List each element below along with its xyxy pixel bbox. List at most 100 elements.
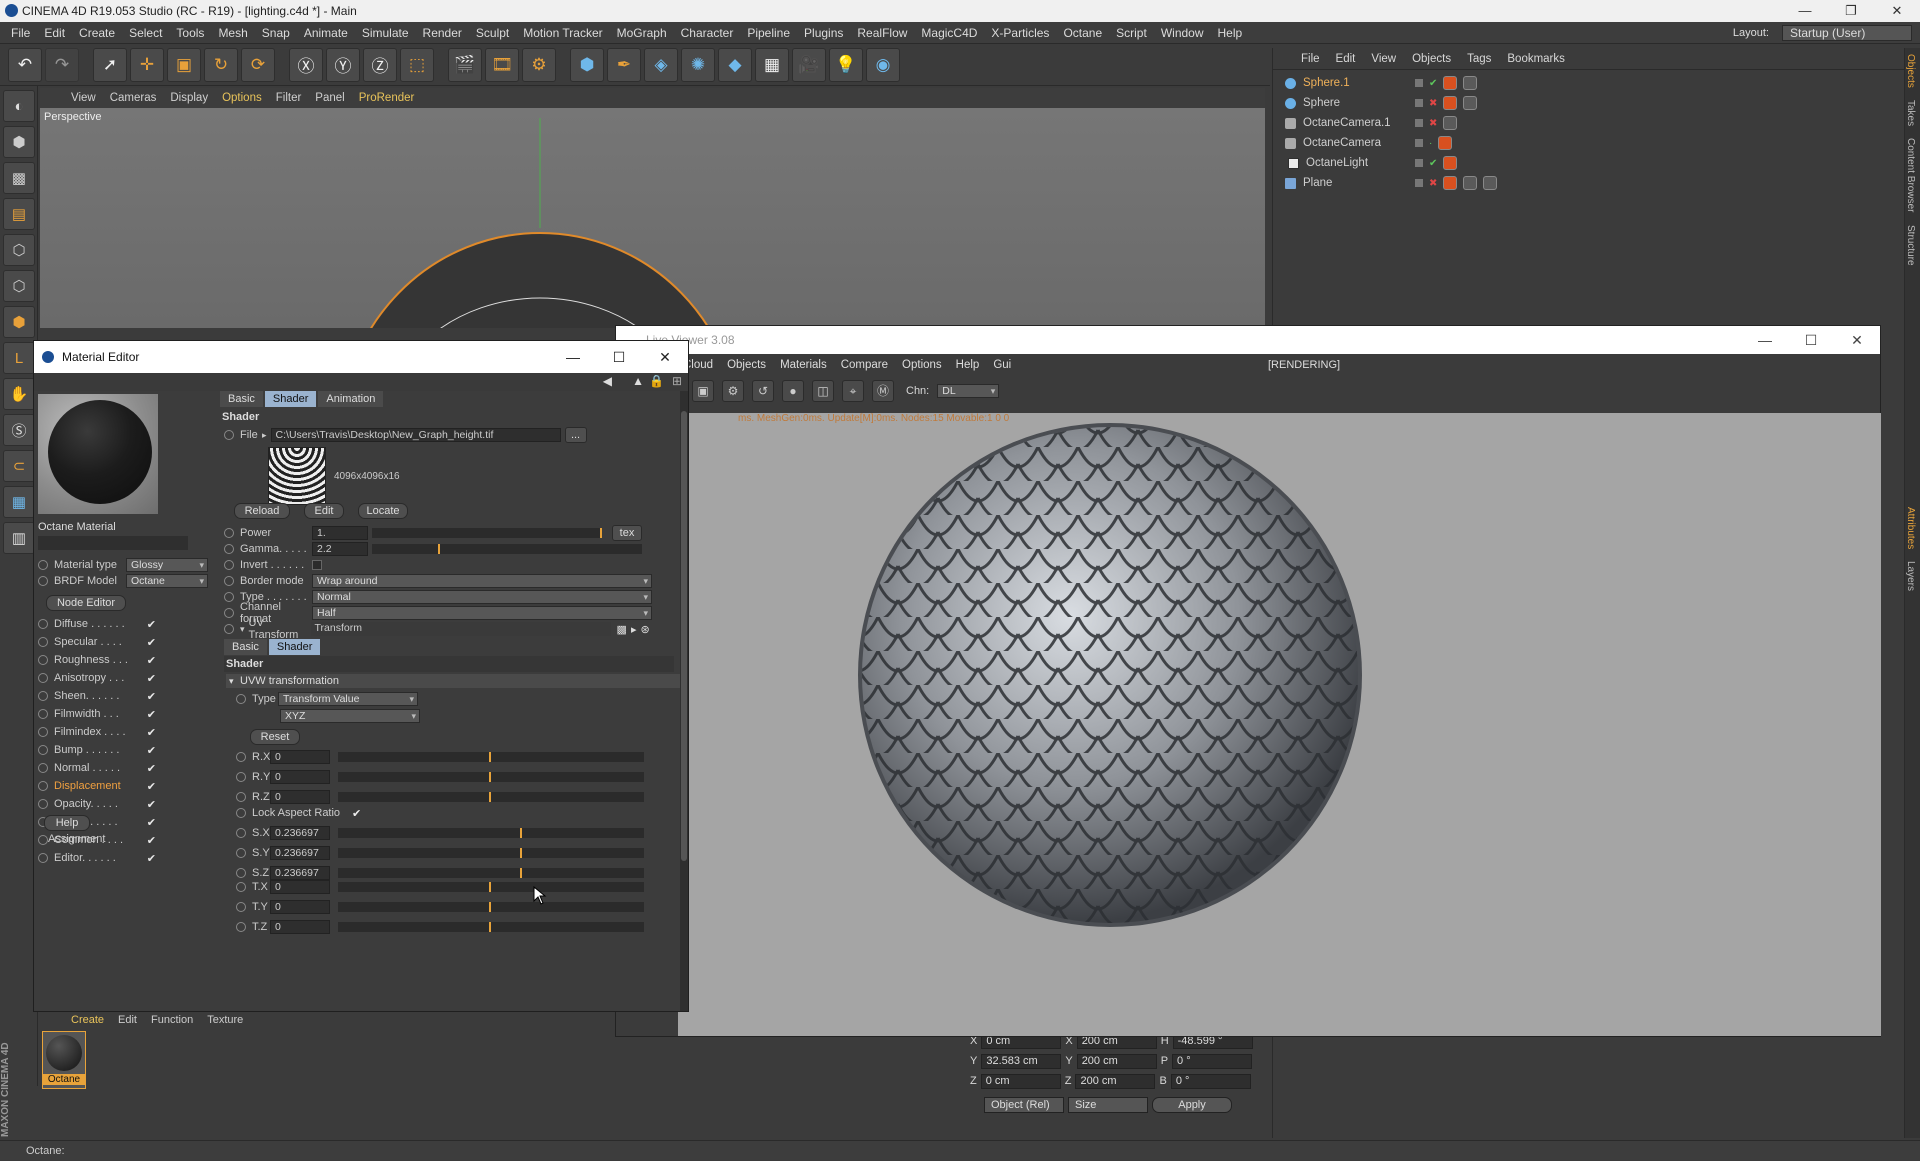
param-slider[interactable] [338, 828, 644, 838]
rotation-p-field[interactable]: 0 ° [1172, 1053, 1253, 1069]
channel-radio[interactable] [38, 691, 48, 701]
param-slider[interactable] [338, 868, 644, 878]
channel-radio[interactable] [38, 673, 48, 683]
lock-aspect-checkbox[interactable]: ✔ [352, 807, 361, 820]
rotate-icon[interactable]: ↻ [204, 47, 238, 82]
redo-icon[interactable]: ↷ [45, 47, 79, 82]
render-canvas[interactable]: ms. MeshGen:0ms. Update[M]:0ms. Nodes:15… [678, 413, 1881, 1036]
floor-icon[interactable]: ▦ [755, 47, 789, 82]
recent-tool-icon[interactable]: ⟳ [241, 47, 275, 82]
menu-character[interactable]: Character [674, 26, 741, 40]
camera-tag-icon[interactable] [1438, 136, 1453, 150]
octane-object-tag-icon[interactable] [1443, 176, 1458, 190]
size-z-field[interactable]: 200 cm [1075, 1073, 1156, 1089]
param-radio[interactable] [236, 828, 246, 838]
undo-icon[interactable]: ↶ [8, 47, 42, 82]
camera-tag-icon[interactable] [1443, 116, 1458, 130]
channel-enabled-checkbox[interactable]: ✔ [147, 708, 156, 721]
lv-menu-objects[interactable]: Objects [720, 359, 773, 371]
new-panel-icon[interactable]: ⊞ [672, 374, 682, 388]
param-slider[interactable] [338, 752, 644, 762]
slider-marker[interactable] [519, 868, 522, 878]
close-button[interactable]: ✕ [642, 341, 688, 373]
channel-row[interactable]: Anisotropy . . . ✔ [38, 670, 214, 686]
om-menu-edit[interactable]: Edit [1328, 53, 1364, 65]
menu-x-particles[interactable]: X-Particles [984, 26, 1056, 40]
channel-radio[interactable] [38, 637, 48, 647]
slider-marker[interactable] [489, 792, 491, 802]
side-tab-attributes[interactable]: Attributes [1905, 501, 1916, 555]
cube-icon[interactable]: ⬢ [570, 47, 604, 82]
menu-render[interactable]: Render [416, 26, 469, 40]
slider-marker[interactable] [519, 848, 522, 858]
slider-marker[interactable] [600, 528, 602, 538]
menu-magicc4d[interactable]: MagicC4D [914, 26, 984, 40]
layout-dropdown[interactable]: Startup (User) [1782, 25, 1912, 41]
restore-button[interactable]: ❐ [1828, 0, 1874, 22]
param-radio[interactable] [236, 848, 246, 858]
viewport-menu-panel[interactable]: Panel [308, 92, 351, 104]
material-tag-icon[interactable] [1483, 176, 1498, 190]
object-row[interactable]: Plane ✖ [1285, 174, 1885, 192]
mm-menu-create[interactable]: Create [64, 1014, 111, 1026]
render-view-icon[interactable]: 🎬 [448, 47, 482, 82]
texture-mode-icon[interactable]: ▩ [3, 162, 35, 194]
viewport-menu-display[interactable]: Display [163, 92, 215, 104]
material-tag-icon[interactable] [1463, 96, 1478, 110]
size-mode-dropdown[interactable]: Size [1068, 1097, 1148, 1113]
help-button[interactable]: Help [44, 815, 90, 831]
channel-radio[interactable] [38, 853, 48, 863]
apply-button[interactable]: Apply [1152, 1097, 1232, 1113]
param-radio[interactable] [236, 868, 246, 878]
material-preview[interactable] [38, 394, 158, 514]
back-arrow-icon[interactable]: ◀ [603, 374, 612, 388]
channel-row[interactable]: Filmwidth . . . ✔ [38, 706, 214, 722]
menu-help[interactable]: Help [1211, 26, 1250, 40]
close-button[interactable]: ✕ [1874, 0, 1920, 22]
menu-edit[interactable]: Edit [37, 26, 72, 40]
position-y-field[interactable]: 32.583 cm [981, 1053, 1062, 1069]
channel-row[interactable]: Editor. . . . . . ✔ [38, 850, 214, 866]
param-field[interactable]: 0 [270, 770, 330, 784]
channel-radio[interactable] [38, 763, 48, 773]
menu-mesh[interactable]: Mesh [211, 26, 254, 40]
viewport-menu-prorender[interactable]: ProRender [352, 92, 422, 104]
minimize-button[interactable]: — [1742, 326, 1788, 354]
lv-menu-compare[interactable]: Compare [834, 359, 895, 371]
menu-mograph[interactable]: MoGraph [610, 26, 674, 40]
pick-material-icon[interactable]: Ⓜ [872, 380, 894, 402]
uvw-type-dropdown[interactable]: Transform Value [278, 692, 418, 706]
param-field[interactable]: 0 [270, 750, 330, 764]
param-slider[interactable] [338, 882, 644, 892]
deformer-icon[interactable]: ◆ [718, 47, 752, 82]
mm-menu-texture[interactable]: Texture [200, 1014, 250, 1026]
tab-animation[interactable]: Animation [318, 391, 384, 407]
file-path-field[interactable]: C:\Users\Travis\Desktop\New_Graph_height… [270, 428, 561, 442]
maximize-button[interactable]: ☐ [596, 341, 642, 373]
render-settings-icon[interactable]: ⚙ [522, 47, 556, 82]
gamma-slider[interactable] [372, 544, 642, 554]
param-field[interactable]: 0 [270, 880, 330, 894]
material-tag-icon[interactable] [1463, 76, 1478, 90]
tweak-icon[interactable]: ✋ [3, 378, 35, 410]
region-render-icon[interactable]: ◫ [812, 380, 834, 402]
polygons-mode-icon[interactable]: ⬢ [3, 306, 35, 338]
gamma-field[interactable]: 2.2 [312, 542, 368, 556]
slider-marker[interactable] [489, 922, 491, 932]
menu-select[interactable]: Select [122, 26, 169, 40]
param-field[interactable]: 0 [270, 900, 330, 914]
param-radio[interactable] [236, 882, 246, 892]
material-ball-icon[interactable]: ● [782, 380, 804, 402]
snap-icon[interactable]: Ⓢ [3, 414, 35, 446]
om-menu-file[interactable]: File [1293, 53, 1328, 65]
model-mode-icon[interactable]: ⬢ [3, 126, 35, 158]
param-slider[interactable] [338, 792, 644, 802]
select-arrow-icon[interactable]: ➚ [93, 47, 127, 82]
axis-mode-icon[interactable]: L [3, 342, 35, 374]
param-slider[interactable] [338, 922, 644, 932]
channel-dropdown[interactable]: DL [937, 384, 1000, 398]
position-z-field[interactable]: 0 cm [980, 1073, 1061, 1089]
object-row[interactable]: Sphere.1 ✔ [1285, 74, 1885, 92]
viewport-menu-cameras[interactable]: Cameras [103, 92, 164, 104]
render-picture-viewer-icon[interactable]: 🎞 [485, 47, 519, 82]
